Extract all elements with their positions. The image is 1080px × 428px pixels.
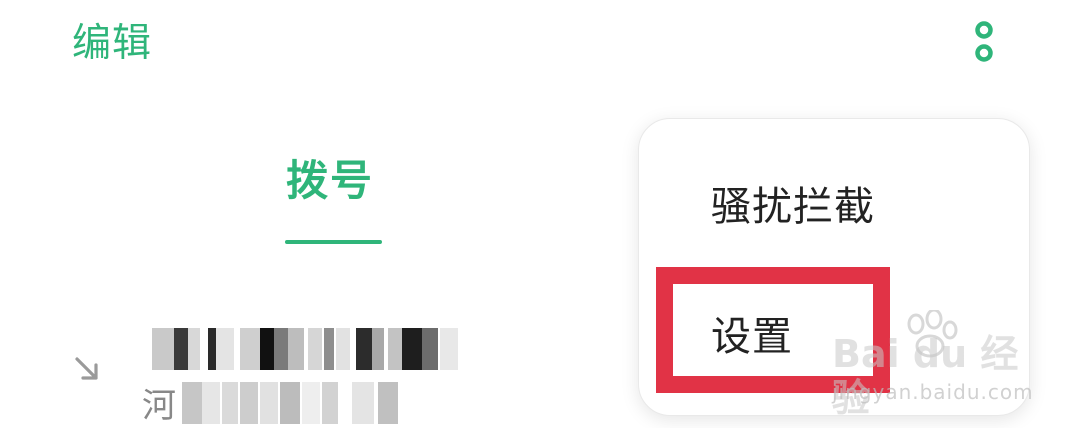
- more-vertical-icon: [975, 21, 993, 62]
- outgoing-call-icon: [75, 357, 98, 380]
- tab-dial-label: 拨号: [286, 156, 375, 205]
- call-number-redacted: [152, 328, 462, 370]
- phone-dialer-screen: 编辑 拨号 河 骚扰拦截 设置 Bai du 经验 jingyan.baidu.…: [0, 0, 1080, 428]
- call-log-row[interactable]: 河: [60, 312, 620, 428]
- tab-dial[interactable]: 拨号: [268, 148, 398, 248]
- menu-item-harassment-block[interactable]: 骚扰拦截: [711, 181, 875, 233]
- edit-button[interactable]: 编辑: [72, 18, 152, 70]
- more-options-button[interactable]: [966, 18, 1002, 68]
- overflow-menu: 骚扰拦截 设置: [638, 118, 1030, 416]
- call-meta-redacted: [182, 382, 407, 424]
- tab-active-indicator: [285, 240, 382, 244]
- menu-item-settings[interactable]: 设置: [711, 311, 793, 363]
- call-location: 河: [142, 386, 176, 426]
